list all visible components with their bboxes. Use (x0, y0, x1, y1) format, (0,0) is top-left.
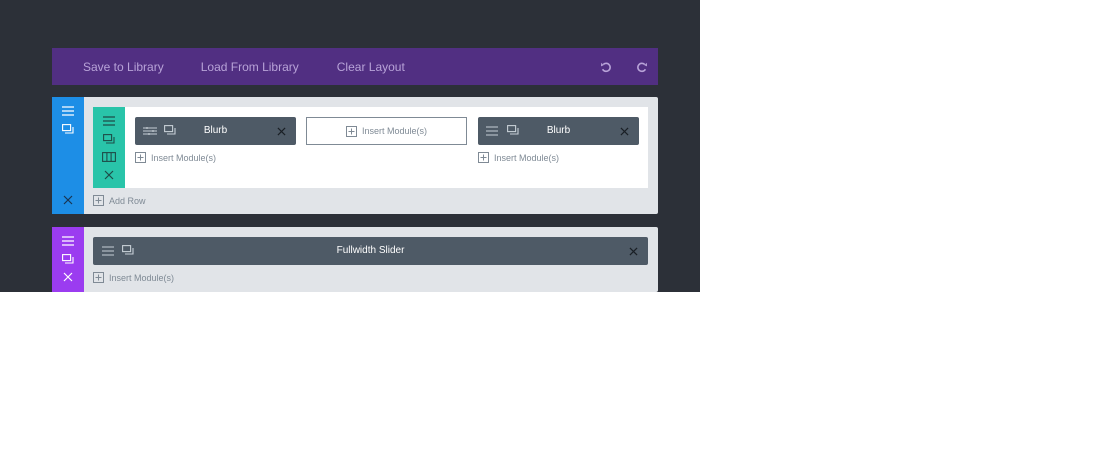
move-icon[interactable] (62, 106, 74, 116)
clear-layout-button[interactable]: Clear Layout (337, 60, 405, 74)
insert-module-link[interactable]: Insert Module(s) (93, 272, 174, 283)
row-move-icon[interactable] (103, 116, 115, 126)
standard-section: Blurb Insert Module(s) Insert Module(s) … (52, 97, 658, 214)
delete-module-icon[interactable] (620, 127, 629, 136)
insert-module-button[interactable]: Insert Module(s) (306, 117, 467, 145)
duplicate-module-icon[interactable] (507, 125, 519, 136)
delete-row-icon[interactable] (104, 170, 114, 180)
fullwidth-section: Fullwidth Slider Insert Module(s) (52, 227, 658, 292)
delete-module-icon[interactable] (277, 127, 286, 136)
add-row-link[interactable]: Add Row (93, 195, 146, 206)
builder-toolbar: Save to Library Load From Library Clear … (52, 48, 658, 85)
plus-icon (345, 125, 357, 137)
insert-module-label: Insert Module(s) (361, 126, 428, 136)
fullwidth-slider-module[interactable]: Fullwidth Slider (93, 237, 648, 265)
section-controls (52, 227, 84, 292)
insert-module-label: Insert Module(s) (109, 272, 175, 283)
undo-icon[interactable] (600, 61, 612, 73)
plus-icon (135, 152, 146, 163)
delete-module-icon[interactable] (629, 247, 638, 256)
columns-icon[interactable] (102, 152, 116, 162)
row-controls (93, 107, 125, 188)
module-label: Fullwidth Slider (336, 245, 405, 256)
plus-icon (93, 272, 104, 283)
move-module-icon[interactable] (102, 246, 114, 256)
insert-module-label: Insert Module(s) (494, 152, 560, 163)
duplicate-module-icon[interactable] (164, 125, 176, 136)
settings-icon[interactable] (143, 127, 157, 135)
plus-icon (93, 195, 104, 206)
insert-module-link[interactable]: Insert Module(s) (135, 152, 216, 163)
move-icon[interactable] (62, 236, 74, 246)
blurb-module[interactable]: Blurb (478, 117, 639, 145)
row-duplicate-icon[interactable] (103, 134, 115, 145)
delete-section-icon[interactable] (63, 195, 73, 205)
blurb-module[interactable]: Blurb (135, 117, 296, 145)
section-controls (52, 97, 84, 214)
builder-canvas: Save to Library Load From Library Clear … (0, 0, 700, 292)
delete-section-icon[interactable] (63, 272, 73, 282)
insert-module-label: Insert Module(s) (151, 152, 217, 163)
redo-icon[interactable] (636, 61, 648, 73)
load-from-library-button[interactable]: Load From Library (201, 60, 299, 74)
duplicate-icon[interactable] (62, 124, 74, 135)
insert-module-link[interactable]: Insert Module(s) (478, 152, 559, 163)
history-controls (600, 61, 648, 73)
add-row-label: Add Row (109, 195, 146, 206)
duplicate-module-icon[interactable] (122, 245, 134, 256)
duplicate-icon[interactable] (62, 254, 74, 265)
module-label: Blurb (546, 125, 571, 136)
save-to-library-button[interactable]: Save to Library (83, 60, 164, 74)
plus-icon (478, 152, 489, 163)
move-module-icon[interactable] (486, 126, 498, 136)
row: Blurb Insert Module(s) Insert Module(s) … (93, 107, 648, 188)
module-label: Blurb (203, 125, 228, 136)
